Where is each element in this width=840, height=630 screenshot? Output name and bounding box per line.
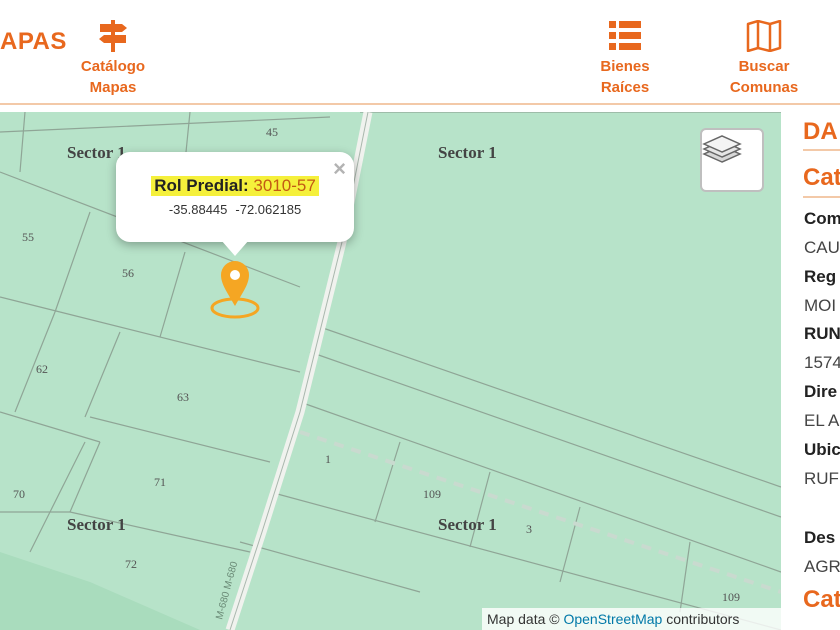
layers-icon <box>702 135 742 163</box>
parcel-popup: × Rol Predial: 3010-57 -35.88445 -72.0621… <box>116 152 354 256</box>
map-view[interactable]: Sector 1 Sector 1 Sector 1 Sector 1 45 5… <box>0 112 781 630</box>
map-marker-pin[interactable] <box>210 261 260 319</box>
parcel-number: 109 <box>423 487 441 501</box>
nav-label-line2: Raíces <box>600 79 650 96</box>
field-value: RUF <box>804 469 839 488</box>
rol-value: 3010-57 <box>253 176 316 195</box>
parcel-number: 71 <box>154 475 166 489</box>
parcel-number: 45 <box>266 125 278 139</box>
sector-label: Sector 1 <box>67 515 126 534</box>
field-label: Reg <box>804 267 837 286</box>
nav-label-line1: Buscar <box>738 58 790 75</box>
field-value: MOI <box>804 296 837 315</box>
field-label: RUN <box>804 324 840 343</box>
nav-bienes-raices[interactable]: Bienes Raíces <box>592 20 658 98</box>
parcel-number: 55 <box>22 230 34 244</box>
field-label: Ubic <box>804 440 840 459</box>
attribution-prefix: Map data © <box>487 611 560 627</box>
field-value: 1574 <box>804 353 840 372</box>
sector-label: Sector 1 <box>438 143 497 162</box>
divider <box>803 149 840 151</box>
popup-coordinates: -35.88445 -72.062185 <box>116 202 354 217</box>
field-label: Des <box>804 528 836 547</box>
layers-control-button[interactable] <box>700 128 764 192</box>
nav-catalogo-mapas[interactable]: Catálogo Mapas <box>78 20 148 98</box>
field-label: Com <box>804 209 840 228</box>
parcel-number: 70 <box>13 487 25 501</box>
map-icon <box>746 20 782 52</box>
nav-label-line1: Catálogo <box>80 58 146 75</box>
parcel-number: 62 <box>36 362 48 376</box>
section-heading: Cat <box>803 164 840 191</box>
parcel-number: 72 <box>125 557 137 571</box>
brand-logo-text[interactable]: APAS <box>0 28 67 56</box>
sector-label: Sector 1 <box>438 515 497 534</box>
signpost-icon <box>99 20 127 52</box>
parcel-number: 1 <box>325 452 331 466</box>
attribution-suffix: contributors <box>666 611 740 627</box>
parcel-number: 3 <box>526 522 532 536</box>
nav-buscar-comunas[interactable]: Buscar Comunas <box>724 20 804 98</box>
rol-predial: Rol Predial: 3010-57 <box>151 176 319 196</box>
close-icon[interactable]: × <box>333 156 346 182</box>
details-sidebar: DA Cat Com CAU Reg MOI RUN 1574 Dire EL … <box>781 112 840 630</box>
field-value: EL A <box>804 411 840 430</box>
sidebar-title: DA <box>803 118 838 145</box>
top-navbar: APAS Catálogo Mapas Bienes Raíces Buscar… <box>0 0 840 105</box>
parcel-number: 56 <box>122 266 134 280</box>
divider <box>803 196 840 198</box>
list-icon <box>609 21 641 50</box>
field-value: CAU <box>804 238 840 257</box>
section-heading: Cat <box>803 586 840 613</box>
nav-label-line2: Comunas <box>729 79 799 96</box>
nav-label-line1: Bienes <box>600 58 650 75</box>
openstreetmap-link[interactable]: OpenStreetMap <box>563 611 662 627</box>
parcel-number: 63 <box>177 390 189 404</box>
popup-tip <box>221 240 249 256</box>
field-label: Dire <box>804 382 838 401</box>
nav-label-line2: Mapas <box>89 79 137 96</box>
map-attribution: Map data © OpenStreetMap contributors <box>482 608 781 630</box>
parcel-number: 109 <box>722 590 740 604</box>
rol-label: Rol Predial: <box>154 176 249 195</box>
field-value: AGR <box>804 557 840 576</box>
longitude-text: -72.062185 <box>235 202 302 217</box>
latitude-text: -35.88445 <box>168 202 228 217</box>
